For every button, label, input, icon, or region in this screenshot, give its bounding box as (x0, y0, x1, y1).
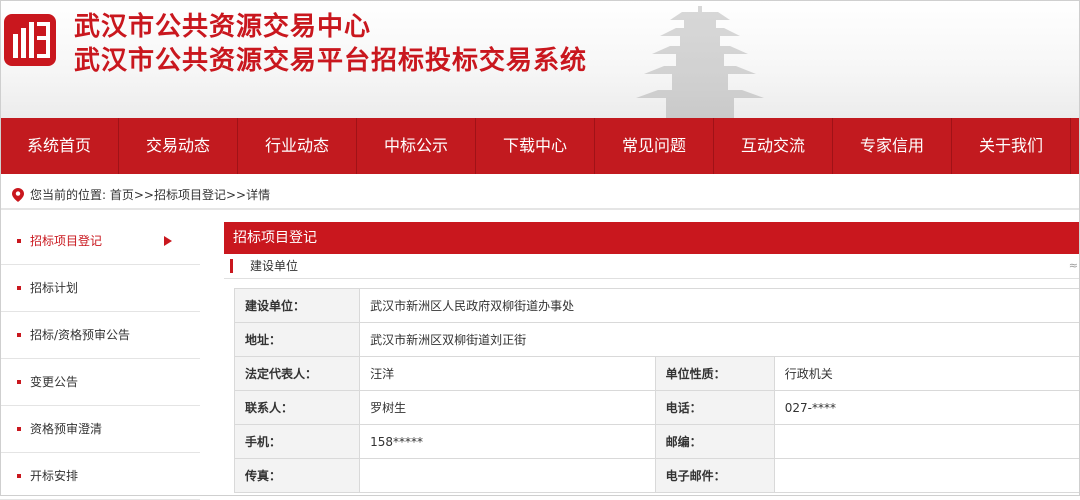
site-header: 武汉市公共资源交易中心 武汉市公共资源交易平台招标投标交易系统 (0, 0, 1080, 118)
field-label: 手机： (233, 424, 361, 459)
nav-about-us[interactable]: 关于我们 (952, 118, 1071, 174)
field-value (359, 458, 656, 493)
table-row: 传真： 电子邮件： (233, 458, 1080, 493)
sidebar-item-bidding-plan[interactable]: 招标计划 (0, 265, 200, 312)
sidebar-item-project-registration[interactable]: 招标项目登记 (0, 218, 200, 265)
sidebar-item-label: 招标/资格预审公告 (30, 328, 131, 342)
breadcrumb-divider (0, 208, 1080, 210)
sidebar-item-label: 招标项目登记 (30, 234, 103, 248)
bullet-icon (17, 239, 21, 243)
info-table: 建设单位： 武汉市新洲区人民政府双柳街道办事处 地址： 武汉市新洲区双柳街道刘正… (233, 288, 1080, 493)
field-value: 027-**** (773, 390, 1080, 425)
field-value: 汪洋 (359, 356, 656, 391)
nav-expert-credit[interactable]: 专家信用 (833, 118, 952, 174)
arrow-right-icon (164, 236, 172, 246)
field-label: 邮编： (654, 424, 775, 459)
breadcrumb: 您当前的位置: 首页>>招标项目登记>>详情 (0, 182, 1080, 208)
field-label: 电子邮件： (654, 458, 775, 493)
bullet-icon (17, 333, 21, 337)
field-value: 武汉市新洲区双柳街道刘正街 (359, 322, 1080, 357)
field-label: 联系人： (233, 390, 361, 425)
sidebar-item-bid-opening[interactable]: 开标安排 (0, 453, 200, 500)
field-value (773, 458, 1080, 493)
field-label: 建设单位： (233, 288, 361, 323)
nav-trading-news[interactable]: 交易动态 (119, 118, 238, 174)
sidebar-item-label: 资格预审澄清 (30, 422, 103, 436)
nav-interaction[interactable]: 互动交流 (714, 118, 833, 174)
nav-industry-news[interactable]: 行业动态 (238, 118, 357, 174)
yellow-crane-tower-illustration (636, 6, 764, 118)
collapse-icon[interactable]: ≈ (1069, 254, 1078, 278)
bullet-icon (17, 427, 21, 431)
sidebar-item-tender-notice[interactable]: 招标/资格预审公告 (0, 312, 200, 359)
field-label: 法定代表人： (233, 356, 361, 391)
section-header: 建设单位 ≈ (224, 254, 1080, 279)
sidebar-item-label: 变更公告 (30, 375, 79, 389)
site-title: 武汉市公共资源交易中心 (74, 12, 372, 42)
section-marker-icon (230, 259, 233, 273)
table-row: 手机： 158***** 邮编： (233, 424, 1080, 459)
field-value: 罗树生 (359, 390, 656, 425)
sidebar-item-prequal-clarification[interactable]: 资格预审澄清 (0, 406, 200, 453)
nav-faq[interactable]: 常见问题 (595, 118, 714, 174)
nav-award-notice[interactable]: 中标公示 (357, 118, 476, 174)
main-content: 招标项目登记 建设单位 ≈ 建设单位： 武汉市新洲区人民政府双柳街道办事处 地址… (224, 222, 1080, 493)
field-label: 电话： (654, 390, 775, 425)
field-label: 单位性质： (654, 356, 775, 391)
nav-download-center[interactable]: 下载中心 (476, 118, 595, 174)
sidebar-item-label: 开标安排 (30, 469, 79, 483)
panel-title: 招标项目登记 (224, 222, 1080, 254)
bullet-icon (17, 474, 21, 478)
table-row: 联系人： 罗树生 电话： 027-**** (233, 390, 1080, 425)
sidebar-item-change-notice[interactable]: 变更公告 (0, 359, 200, 406)
field-label: 地址： (233, 322, 361, 357)
table-row: 建设单位： 武汉市新洲区人民政府双柳街道办事处 (233, 288, 1080, 323)
location-pin-icon (12, 188, 24, 202)
bullet-icon (17, 380, 21, 384)
bullet-icon (17, 286, 21, 290)
field-value: 158***** (359, 424, 656, 459)
sidebar-item-label: 招标计划 (30, 281, 79, 295)
main-nav: 系统首页 交易动态 行业动态 中标公示 下载中心 常见问题 互动交流 专家信用 … (0, 118, 1080, 174)
site-subtitle: 武汉市公共资源交易平台招标投标交易系统 (74, 46, 588, 76)
site-logo[interactable] (4, 14, 56, 66)
field-value: 武汉市新洲区人民政府双柳街道办事处 (359, 288, 1080, 323)
field-value (773, 424, 1080, 459)
table-row: 地址： 武汉市新洲区双柳街道刘正街 (233, 322, 1080, 357)
field-label: 传真： (233, 458, 361, 493)
table-row: 法定代表人： 汪洋 单位性质： 行政机关 (233, 356, 1080, 391)
field-value: 行政机关 (773, 356, 1080, 391)
section-title: 建设单位 (250, 259, 299, 273)
breadcrumb-text[interactable]: 您当前的位置: 首页>>招标项目登记>>详情 (30, 182, 270, 208)
sidebar: 招标项目登记 招标计划 招标/资格预审公告 变更公告 资格预审澄清 开标安排 (0, 218, 200, 500)
nav-home[interactable]: 系统首页 (0, 118, 119, 174)
